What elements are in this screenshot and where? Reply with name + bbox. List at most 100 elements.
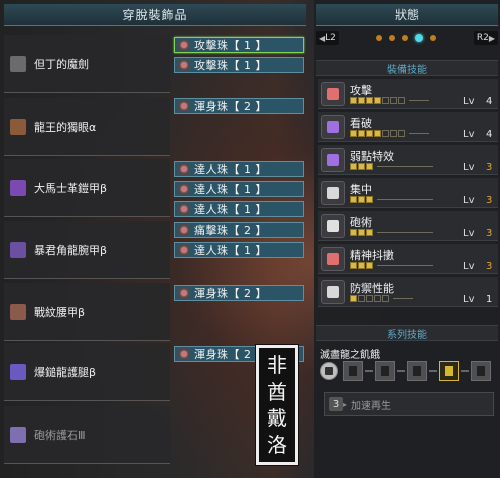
skill-pip-filled: [358, 97, 365, 104]
page-right-button[interactable]: R2 ▶: [473, 31, 498, 45]
equipment-name: 戰紋腰甲β: [34, 305, 86, 319]
skill-pip-filled: [366, 163, 373, 170]
page-left-button[interactable]: ◀ L2: [316, 31, 339, 45]
skill-level-value: 1: [486, 294, 493, 305]
status-panel-title: 狀態: [316, 4, 498, 26]
equipment-row[interactable]: 大馬士革鎧甲β: [4, 159, 170, 217]
skill-level-bar: [350, 130, 429, 137]
equipment-name: 龍王的獨眼α: [34, 120, 97, 134]
jewel-icon: [178, 244, 190, 256]
helm-piece-icon: [343, 361, 363, 381]
jewel-icon: [178, 348, 190, 360]
skill-pip-empty: [390, 97, 397, 104]
decoration-slot[interactable]: 達人珠【 1 】: [174, 181, 304, 197]
skill-pip-filled: [366, 229, 373, 236]
skill-name: 精神抖擻: [350, 249, 394, 262]
skill-row[interactable]: 砲術 Lv 3: [318, 211, 498, 241]
decoration-slot[interactable]: 攻擊珠【 1 】: [174, 57, 304, 73]
jewel-icon: [178, 203, 190, 215]
chest-piece-icon: [375, 361, 395, 381]
skill-row[interactable]: 集中 Lv 3: [318, 178, 498, 208]
skill-pip-empty: [374, 295, 381, 302]
decoration-slot[interactable]: 渾身珠【 2 】: [174, 98, 304, 114]
decoration-slot-selected[interactable]: 攻擊珠【 1 】: [174, 37, 304, 53]
skill-pip-filled: [350, 229, 357, 236]
skill-name: 防禦性能: [350, 282, 394, 295]
skill-level-bar: [350, 229, 433, 236]
jewel-icon: [178, 287, 190, 299]
skill-level-value: 3: [486, 162, 493, 173]
jewel-icon: [178, 163, 190, 175]
skill-row[interactable]: 看破 Lv 4: [318, 112, 498, 142]
skill-pip-filled: [374, 97, 381, 104]
set-bonus-piece-count: 3: [329, 397, 343, 411]
l2-label: L2: [325, 33, 336, 43]
set-skill-name: 滅盡龍之飢餓: [320, 350, 380, 361]
name-seal-stamp: 非 酋 戴 洛: [255, 344, 299, 466]
decoration-slot[interactable]: 痛擊珠【 2 】: [174, 222, 304, 238]
skill-level-bar: [350, 196, 433, 203]
leg-piece-icon: [471, 361, 491, 381]
page-indicator: [376, 34, 437, 42]
arm-armor-icon: [10, 241, 26, 258]
equipment-row[interactable]: 砲術護石Ⅲ: [4, 406, 170, 464]
skill-pip-empty: [382, 97, 389, 104]
skill-name: 集中: [350, 183, 372, 196]
skill-level-bar: [350, 97, 429, 104]
skill-pip-empty: [382, 295, 389, 302]
set-bonus-row[interactable]: 3 ▸ 加速再生: [324, 392, 494, 416]
equipment-row[interactable]: 但丁的魔劍: [4, 35, 170, 93]
skill-pip-filled: [366, 262, 373, 269]
artillery-skill-icon: [321, 214, 345, 238]
critical-eye-skill-icon: [321, 115, 345, 139]
weakness-exploit-skill-icon: [321, 148, 345, 172]
skill-pip-filled: [366, 97, 373, 104]
skill-row[interactable]: 防禦性能 Lv 1: [318, 277, 498, 307]
equipment-row[interactable]: 龍王的獨眼α: [4, 98, 170, 156]
equipment-name: 暴君角龍腕甲β: [34, 243, 108, 257]
equipment-row[interactable]: 爆鎚龍護腿β: [4, 343, 170, 401]
decoration-slot[interactable]: 渾身珠【 2 】: [174, 285, 304, 301]
page-dot[interactable]: [430, 35, 437, 41]
skill-level-bar: [350, 163, 433, 170]
skill-level-bar: [350, 262, 433, 269]
skill-pip-empty: [382, 130, 389, 137]
r2-label: R2: [476, 33, 489, 43]
page-dot[interactable]: [389, 35, 396, 41]
equipment-name: 爆鎚龍護腿β: [34, 365, 97, 379]
jewel-icon: [178, 100, 190, 112]
focus-skill-icon: [321, 181, 345, 205]
jewel-icon: [178, 39, 190, 51]
skill-level-label: Lv: [463, 162, 475, 173]
equipment-row[interactable]: 戰紋腰甲β: [4, 283, 170, 341]
attack-skill-icon: [321, 82, 345, 106]
skill-pip-filled: [358, 163, 365, 170]
skill-row[interactable]: 攻擊 Lv 4: [318, 79, 498, 109]
equipment-row[interactable]: 暴君角龍腕甲β: [4, 221, 170, 279]
page-dot[interactable]: [376, 35, 383, 41]
skill-name: 攻擊: [350, 84, 372, 97]
set-link: [429, 370, 437, 372]
page-dot[interactable]: [402, 35, 409, 41]
skill-level-value: 4: [486, 96, 493, 107]
guard-skill-icon: [321, 280, 345, 304]
page-dot-active[interactable]: [415, 34, 424, 42]
skill-pip-filled: [358, 196, 365, 203]
decoration-slot[interactable]: 達人珠【 1 】: [174, 242, 304, 258]
waist-piece-icon: [439, 361, 459, 381]
helm-icon: [10, 118, 26, 135]
decoration-label: 攻擊珠【 1 】: [194, 59, 267, 72]
decoration-slot[interactable]: 達人珠【 1 】: [174, 201, 304, 217]
skill-row[interactable]: 精神抖擻 Lv 3: [318, 244, 498, 274]
skill-level-value: 3: [486, 228, 493, 239]
skill-pip-empty: [390, 130, 397, 137]
skill-name: 看破: [350, 117, 372, 130]
skill-pip-empty: [358, 295, 365, 302]
decorations-panel: 穿脫裝飾品 但丁的魔劍 龍王的獨眼α 大馬士革鎧甲β 暴君角龍腕甲β 戰紋腰甲β 爆鎚龍護…: [0, 0, 310, 478]
decoration-label: 達人珠【 1 】: [194, 163, 267, 176]
decoration-slot[interactable]: 達人珠【 1 】: [174, 161, 304, 177]
skill-pip-filled: [366, 196, 373, 203]
skill-pip-filled: [350, 262, 357, 269]
skill-row[interactable]: 弱點特效 Lv 3: [318, 145, 498, 175]
triangle-right-icon: ▸: [343, 399, 348, 409]
